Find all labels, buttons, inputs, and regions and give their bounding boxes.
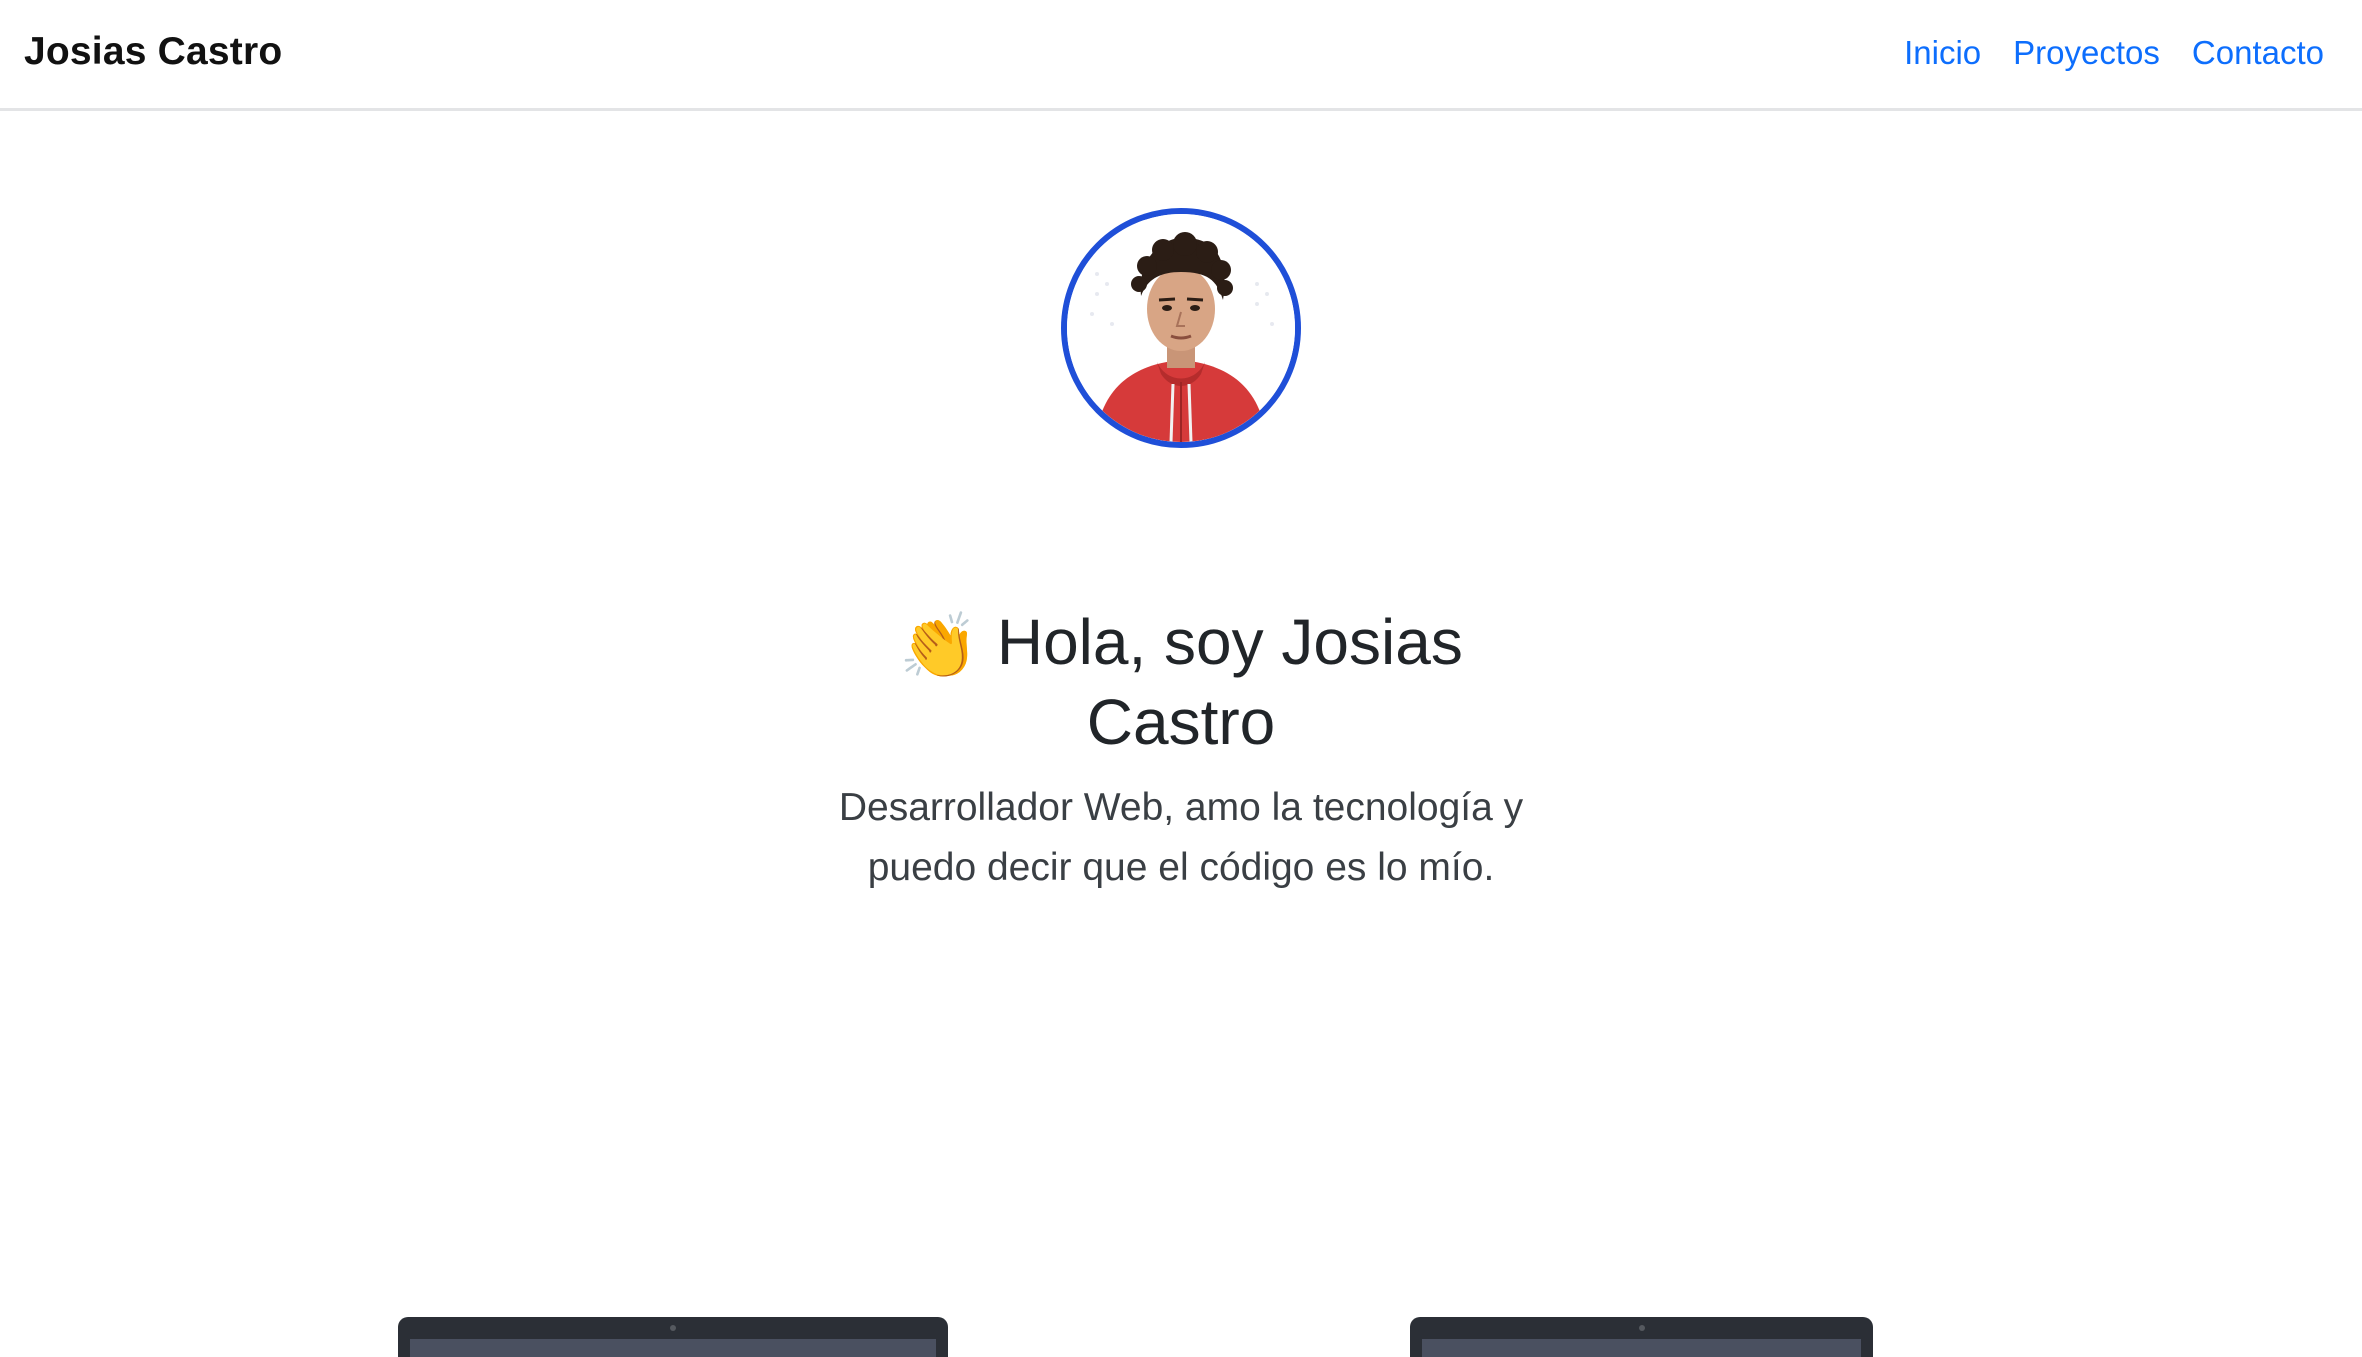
hero-heading-text: Hola, soy Josias Castro: [996, 606, 1463, 758]
nav-link-proyectos[interactable]: Proyectos: [2013, 34, 2160, 72]
nav-links: Inicio Proyectos Contacto: [1904, 34, 2324, 72]
clapping-hands-icon: 👏: [899, 610, 979, 682]
hero-heading: 👏 Hola, soy Josias Castro: [831, 604, 1531, 760]
nav-link-inicio[interactable]: Inicio: [1904, 34, 1981, 72]
project-device-preview: [1410, 1317, 1873, 1357]
top-navbar: Josias Castro Inicio Proyectos Contacto: [0, 0, 2362, 111]
avatar-photo: [1067, 214, 1295, 442]
avatar: [1061, 208, 1301, 448]
nav-link-contacto[interactable]: Contacto: [2192, 34, 2324, 72]
project-device-preview: [398, 1317, 948, 1357]
hero-subtitle: Desarrollador Web, amo la tecnología y p…: [838, 786, 1524, 889]
brand-link[interactable]: Josias Castro: [24, 30, 282, 74]
